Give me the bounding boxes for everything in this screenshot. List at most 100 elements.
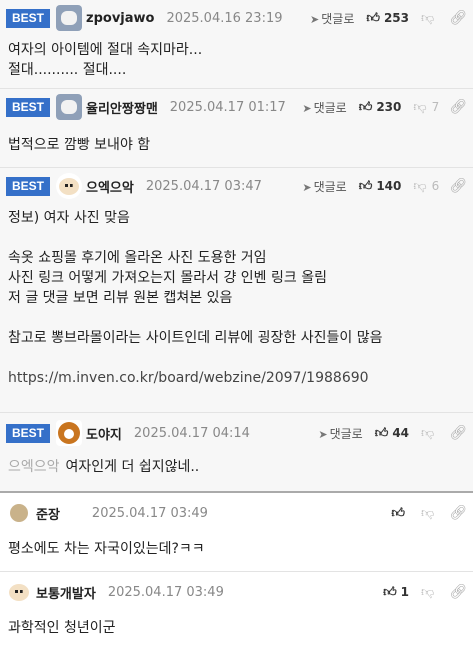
comment-line: 과학적인 청년이군 bbox=[8, 620, 116, 636]
downvote-button[interactable]: 👎︎ 6 bbox=[413, 179, 439, 194]
avatar[interactable] bbox=[56, 5, 83, 31]
best-badge: BEST bbox=[6, 8, 51, 28]
paper-plane-icon: ➤ bbox=[310, 12, 320, 26]
avatar[interactable] bbox=[56, 94, 83, 120]
upvote-count: 253 bbox=[383, 11, 410, 25]
downvote-button[interactable]: 👎︎ 7 bbox=[413, 100, 439, 115]
comment-header: 준장 2025.04.17 03:49 👍︎ 👎︎ 🔗︎ bbox=[0, 493, 473, 533]
nickname[interactable]: 으엑으악 bbox=[86, 177, 134, 196]
upvote-count: 44 bbox=[392, 426, 410, 440]
link-icon[interactable]: 🔗︎ bbox=[449, 10, 467, 26]
nickname[interactable]: zpovjawo bbox=[86, 11, 154, 26]
comment-line: 사진 링크 어떻게 가져오는지 몰라서 걍 인벤 링크 올림 bbox=[8, 270, 327, 286]
comment-body: 법적으로 깜빵 보내야 함 bbox=[0, 125, 473, 167]
paper-plane-icon: ➤ bbox=[302, 101, 312, 115]
thumbs-up-icon: 👍︎ bbox=[358, 99, 373, 115]
nickname[interactable]: 준장 bbox=[36, 504, 60, 523]
comment-item: BEST 으엑으악 2025.04.17 03:47 ➤ 댓글로 👍︎ 140 👎︎… bbox=[0, 168, 473, 413]
best-badge: BEST bbox=[6, 423, 51, 443]
upvote-count: 1 bbox=[400, 585, 410, 599]
timestamp: 2025.04.17 01:17 bbox=[169, 99, 286, 115]
reply-label: 댓글로 bbox=[321, 11, 355, 26]
upvote-button[interactable]: 👍︎ 230 bbox=[359, 100, 402, 115]
best-badge: BEST bbox=[6, 97, 51, 117]
nickname[interactable]: 보통개발자 bbox=[36, 583, 96, 602]
thumbs-up-icon: 👍︎ bbox=[383, 584, 397, 600]
comment-body: 정보) 여자 사진 맞음 속옷 쇼핑몰 후기에 올라온 사진 도용한 거임 사진… bbox=[0, 204, 473, 400]
comment-actions: 👍︎ 👎︎ 🔗︎ bbox=[391, 493, 467, 533]
comment-actions: ➤ 댓글로 👍︎ 230 👎︎ 7 🔗︎ bbox=[302, 89, 467, 125]
upvote-button[interactable]: 👍︎ 1 bbox=[383, 585, 409, 600]
upvote-count: 230 bbox=[376, 100, 402, 114]
comment-line: 참고로 뽕브라몰이라는 사이트인데 리뷰에 굉장한 사진들이 많음 bbox=[8, 330, 383, 346]
comment-line: 평소에도 차는 자국이있는데?ㅋㅋ bbox=[8, 541, 205, 557]
line-spacer bbox=[8, 228, 465, 248]
downvote-button[interactable]: 👎︎ bbox=[421, 585, 439, 600]
comment-header: 보통개발자 2025.04.17 03:49 👍︎ 1 👎︎ 🔗︎ bbox=[0, 572, 473, 612]
line-spacer bbox=[8, 348, 465, 368]
comment-item: BEST zpovjawo 2025.04.16 23:19 ➤ 댓글로 👍︎ 25… bbox=[0, 0, 473, 89]
comment-body: 으엑으악 여자인게 더 쉽지않네.. bbox=[0, 453, 473, 489]
comment-text: 여자인게 더 쉽지않네.. bbox=[65, 459, 200, 475]
thumbs-up-icon: 👍︎ bbox=[358, 178, 373, 194]
upvote-button[interactable]: 👍︎ bbox=[391, 506, 409, 521]
avatar[interactable] bbox=[56, 173, 83, 199]
avatar[interactable] bbox=[6, 579, 32, 605]
upvote-count: 140 bbox=[376, 179, 402, 193]
avatar[interactable] bbox=[10, 504, 28, 522]
reply-button[interactable]: ➤ 댓글로 bbox=[302, 99, 346, 116]
comment-header: BEST 율리안짱짱맨 2025.04.17 01:17 ➤ 댓글로 👍︎ 230 … bbox=[0, 89, 473, 125]
thumbs-down-icon: 👎︎ bbox=[421, 584, 435, 600]
comment-body: 여자의 아이템에 절대 속지마라... 절대.......... 절대.... bbox=[0, 36, 473, 92]
mention[interactable]: 으엑으악 bbox=[8, 459, 60, 475]
link-icon[interactable]: 🔗︎ bbox=[449, 505, 467, 521]
thumbs-down-icon: 👎︎ bbox=[413, 99, 427, 115]
downvote-button[interactable]: 👎︎ bbox=[421, 11, 439, 26]
comment-line: 절대.......... 절대.... bbox=[8, 62, 127, 78]
thumbs-down-icon: 👎︎ bbox=[421, 10, 435, 26]
downvote-count: 6 bbox=[431, 179, 440, 193]
best-badge: BEST bbox=[6, 176, 51, 196]
reply-button[interactable]: ➤ 댓글로 bbox=[310, 10, 354, 27]
comment-item: 보통개발자 2025.04.17 03:49 👍︎ 1 👎︎ 🔗︎ 과학적인 청년… bbox=[0, 572, 473, 651]
timestamp: 2025.04.17 04:14 bbox=[133, 425, 250, 441]
comment-item: 준장 2025.04.17 03:49 👍︎ 👎︎ 🔗︎ 평소에도 차는 자국이… bbox=[0, 493, 473, 572]
thumbs-up-icon: 👍︎ bbox=[391, 505, 406, 521]
timestamp: 2025.04.17 03:47 bbox=[145, 178, 262, 194]
comment-actions: ➤ 댓글로 👍︎ 44 👎︎ 🔗︎ bbox=[318, 413, 467, 453]
comment-link[interactable]: https://m.inven.co.kr/board/webzine/2097… bbox=[8, 368, 465, 388]
downvote-count: 7 bbox=[431, 100, 440, 114]
paper-plane-icon: ➤ bbox=[302, 180, 312, 194]
timestamp: 2025.04.17 03:49 bbox=[107, 584, 224, 600]
comment-header: BEST zpovjawo 2025.04.16 23:19 ➤ 댓글로 👍︎ 25… bbox=[0, 0, 473, 36]
thumbs-down-icon: 👎︎ bbox=[413, 178, 427, 194]
reply-label: 댓글로 bbox=[313, 179, 347, 194]
upvote-button[interactable]: 👍︎ 140 bbox=[359, 179, 402, 194]
comment-actions: ➤ 댓글로 👍︎ 140 👎︎ 6 🔗︎ bbox=[302, 168, 467, 204]
link-icon[interactable]: 🔗︎ bbox=[449, 584, 467, 600]
reply-button[interactable]: ➤ 댓글로 bbox=[302, 178, 346, 195]
link-icon[interactable]: 🔗︎ bbox=[449, 178, 467, 194]
paper-plane-icon: ➤ bbox=[318, 427, 328, 441]
upvote-button[interactable]: 👍︎ 253 bbox=[366, 11, 409, 26]
thumbs-down-icon: 👎︎ bbox=[421, 425, 435, 441]
link-icon[interactable]: 🔗︎ bbox=[449, 425, 467, 441]
downvote-button[interactable]: 👎︎ bbox=[421, 426, 439, 441]
thumbs-up-icon: 👍︎ bbox=[374, 425, 389, 441]
line-spacer bbox=[8, 308, 465, 328]
comment-line: 으엑으악 여자인게 더 쉽지않네.. bbox=[8, 457, 465, 477]
comment-line: 저 글 댓글 보면 리뷰 원본 캡쳐본 있음 bbox=[8, 290, 233, 306]
avatar[interactable] bbox=[56, 420, 83, 446]
comment-header: BEST 도야지 2025.04.17 04:14 ➤ 댓글로 👍︎ 44 👎︎ 🔗… bbox=[0, 413, 473, 453]
comment-line: 법적으로 깜빵 보내야 함 bbox=[8, 137, 151, 153]
downvote-button[interactable]: 👎︎ bbox=[421, 506, 439, 521]
link-icon[interactable]: 🔗︎ bbox=[449, 99, 467, 115]
thumbs-down-icon: 👎︎ bbox=[421, 505, 435, 521]
reply-button[interactable]: ➤ 댓글로 bbox=[318, 425, 362, 442]
nickname[interactable]: 율리안짱짱맨 bbox=[86, 98, 158, 117]
nickname[interactable]: 도야지 bbox=[86, 424, 122, 443]
comment-header: BEST 으엑으악 2025.04.17 03:47 ➤ 댓글로 👍︎ 140 👎︎… bbox=[0, 168, 473, 204]
reply-label: 댓글로 bbox=[329, 426, 363, 441]
comment-body: 평소에도 차는 자국이있는데?ㅋㅋ bbox=[0, 533, 473, 571]
upvote-button[interactable]: 👍︎ 44 bbox=[375, 426, 409, 441]
